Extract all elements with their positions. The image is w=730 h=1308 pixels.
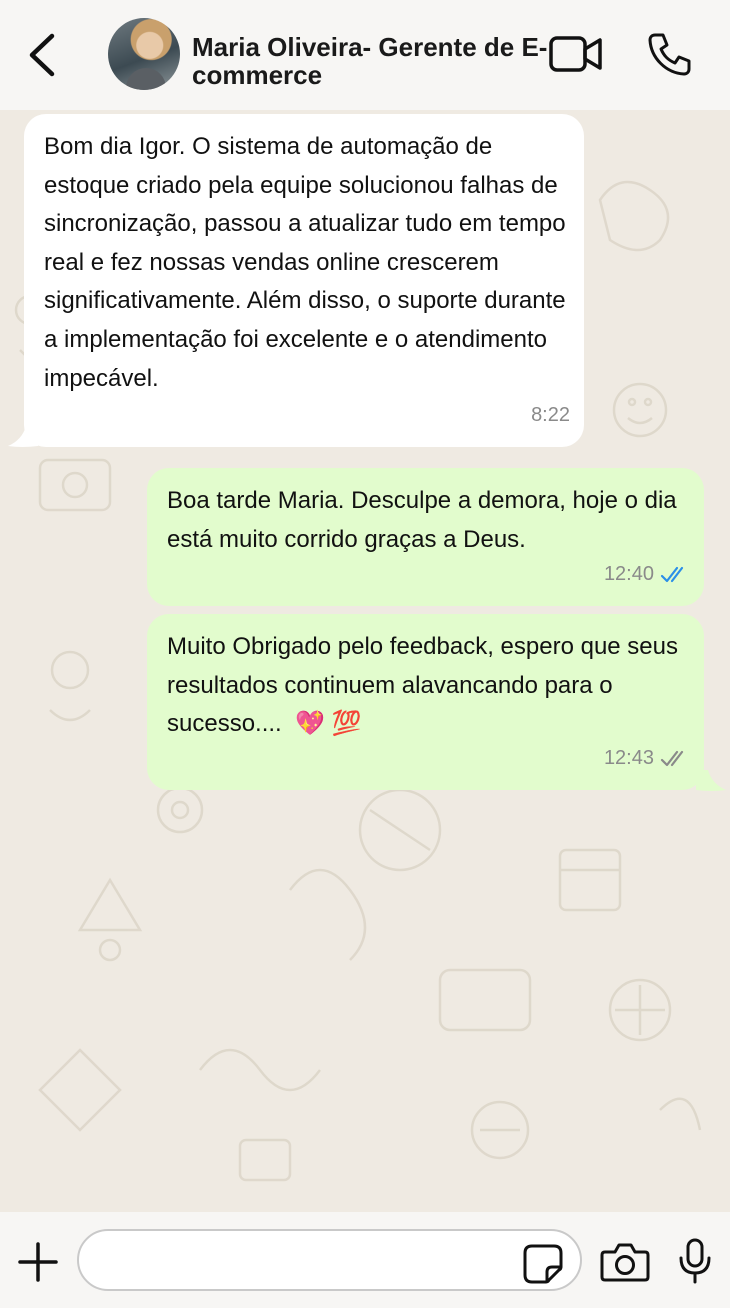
phone-icon [648, 33, 691, 76]
back-button[interactable] [18, 30, 66, 80]
plus-icon [18, 1242, 58, 1282]
bubble-tail [8, 426, 38, 447]
message-outgoing[interactable]: Boa tarde Maria. Desculpe a demora, hoje… [147, 468, 704, 606]
message-meta: 12:40 [604, 555, 690, 594]
double-check-icon [660, 750, 684, 766]
double-check-icon [660, 566, 684, 582]
back-icon [29, 33, 55, 77]
camera-icon [600, 1243, 650, 1282]
attach-button[interactable] [16, 1240, 60, 1284]
bubble-tail [696, 770, 726, 791]
message-outgoing[interactable]: Muito Obrigado pelo feedback, espero que… [147, 614, 704, 790]
message-time: 12:43 [603, 747, 654, 770]
camera-button[interactable] [600, 1241, 650, 1283]
sticker-icon [523, 1244, 563, 1284]
contact-name[interactable]: Maria Oliveira- Gerente de E-commerce [192, 33, 552, 89]
message-text: Boa tarde Maria. Desculpe a demora, hoje… [167, 487, 677, 553]
avatar[interactable] [108, 18, 180, 90]
message-text: Muito Obrigado pelo feedback, espero que… [167, 633, 678, 738]
message-meta: 8:22 [531, 396, 570, 435]
message-incoming[interactable]: Bom dia Igor. O sistema de automação de … [24, 114, 584, 447]
sticker-button[interactable] [522, 1243, 564, 1285]
message-input[interactable] [103, 1243, 527, 1281]
mic-icon [679, 1238, 711, 1284]
message-time: 8:22 [531, 404, 570, 427]
mic-button[interactable] [675, 1238, 715, 1284]
video-call-button[interactable] [548, 32, 604, 76]
message-time: 12:40 [603, 563, 654, 586]
message-input-box[interactable] [77, 1229, 582, 1291]
voice-call-button[interactable] [646, 30, 694, 78]
message-meta: 12:43 [604, 739, 690, 778]
video-call-icon [549, 36, 602, 72]
chat-area[interactable]: Bom dia Igor. O sistema de automação de … [0, 110, 730, 1212]
emoji-sparkling-heart-hundred: 💖 💯 [295, 710, 362, 738]
chat-header: Maria Oliveira- Gerente de E-commerce [0, 0, 730, 110]
message-text: Bom dia Igor. O sistema de automação de … [44, 133, 566, 392]
